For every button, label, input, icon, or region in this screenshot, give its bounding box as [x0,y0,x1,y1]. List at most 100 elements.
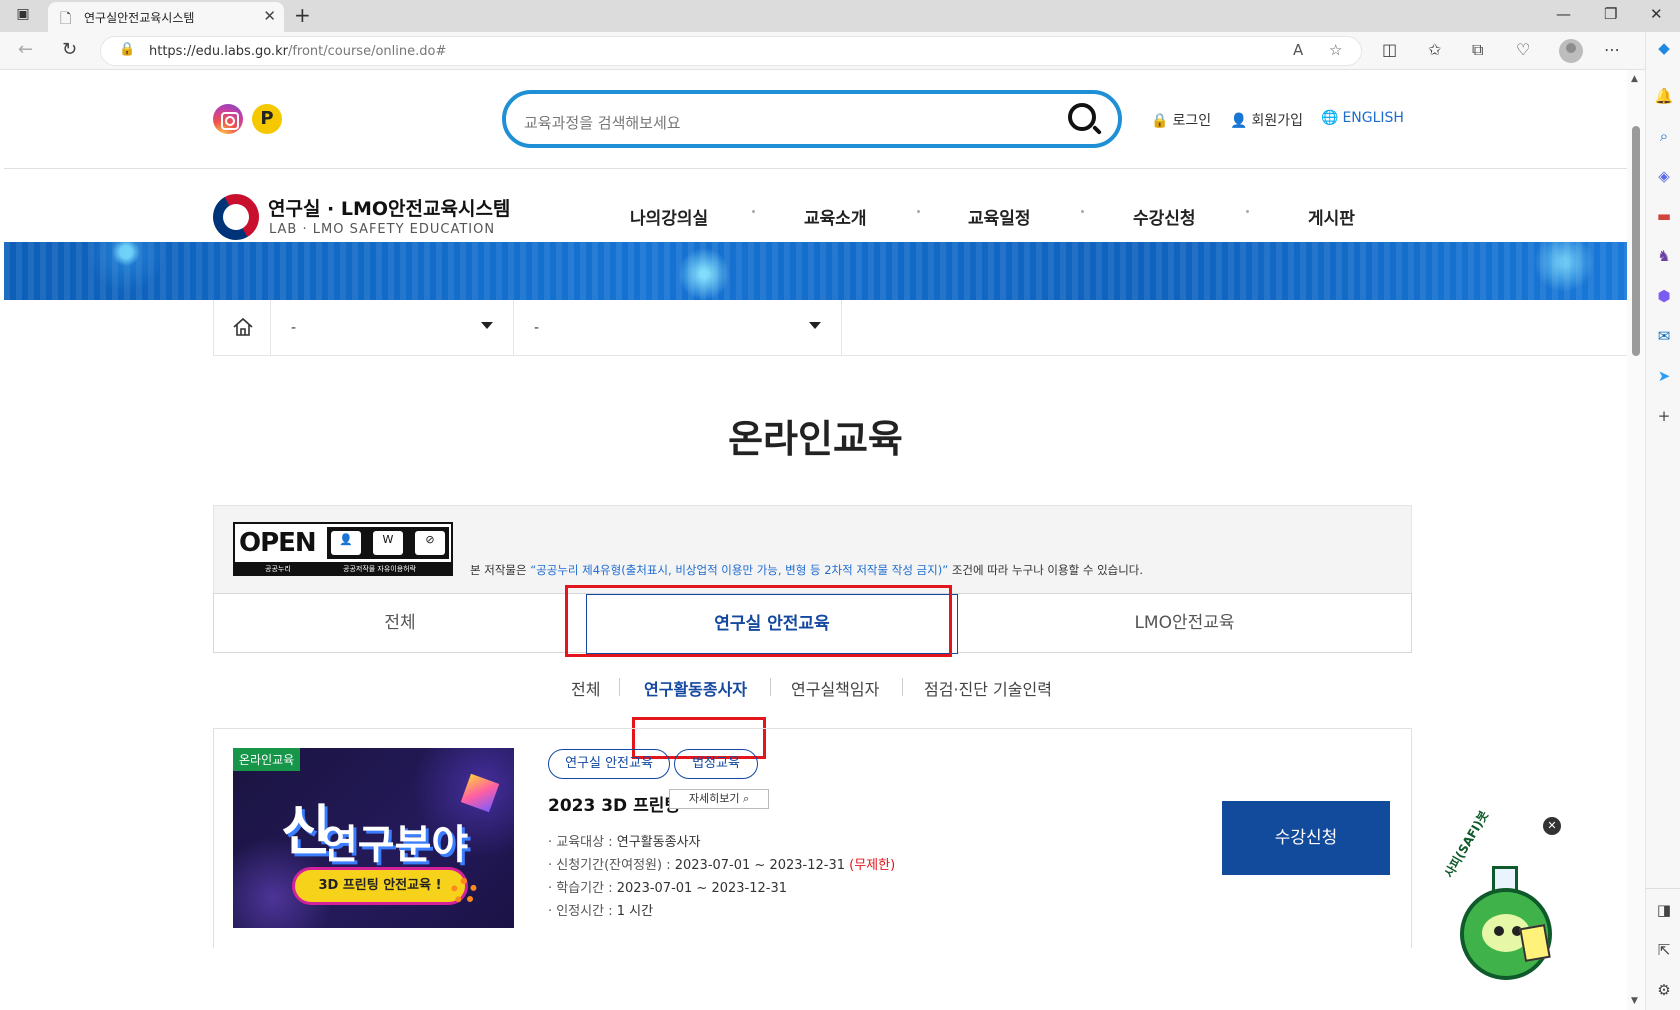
detail-button[interactable]: 자세히보기 ⌕ [669,789,769,809]
gnb-education-intro[interactable]: 교육소개 [804,204,867,229]
microsoft365-icon[interactable]: ⬢ [1654,286,1674,306]
favorites-icon[interactable]: ✩ [1428,40,1441,59]
online-tag: 온라인교육 [233,748,301,771]
info-study-period: · 학습기간 : 2023-07-01 ~ 2023-12-31 [548,881,788,896]
tab-all[interactable]: 전체 [214,594,586,652]
chip-lab-safety: 연구실 안전교육 [548,749,670,779]
subtab-all[interactable]: 전체 [571,676,600,700]
search-icon[interactable]: ⌕ [1654,126,1674,146]
subtab-lab-manager[interactable]: 연구실책임자 [791,676,879,700]
lock-icon[interactable]: 🔒 [119,42,135,57]
search-icon[interactable] [1068,103,1096,131]
globe-icon: 🌐 [1321,110,1339,126]
apply-button[interactable]: 수강신청 [1222,801,1390,875]
home-icon [233,317,253,336]
highlight-box-tab [565,585,952,657]
tab-close-icon[interactable]: ✕ [263,7,276,25]
safi-bot-mascot[interactable]: 사피(SAFI)봇 [1440,808,1560,992]
course-title[interactable]: 2023 3D 프린팅 [548,791,680,816]
subtab-separator [770,678,771,696]
tools-briefcase-icon[interactable]: ▬ [1654,206,1674,226]
games-icon[interactable]: ♞ [1654,246,1674,266]
info-apply-period: · 신청기간(잔여정원) : 2023-07-01 ~ 2023-12-31 (… [548,858,896,873]
site-logo-subtitle: LAB · LMO SAFETY EDUCATION [269,222,496,237]
outlook-icon[interactable]: ✉ [1654,326,1674,346]
course-search-input[interactable]: 교육과정을 검색해보세요 [502,90,1122,148]
breadcrumb-select-1[interactable]: - [271,300,514,356]
open-external-icon[interactable]: ⇱ [1654,940,1674,960]
reload-icon[interactable]: ↻ [62,39,77,60]
bell-icon[interactable]: 🔔 [1654,86,1674,106]
back-icon[interactable]: ← [18,39,33,60]
new-tab-plus-icon[interactable]: + [294,3,311,27]
read-aloud-icon[interactable]: A [1293,41,1303,59]
gnb-separator [752,210,755,213]
chevron-down-icon [481,322,493,329]
gnb-separator [917,210,920,213]
browser-essentials-icon[interactable]: ♡ [1516,40,1530,59]
chevron-down-icon [809,322,821,329]
mascot-close-icon[interactable]: ✕ [1543,817,1561,835]
subtab-separator [902,678,903,696]
login-link[interactable]: 🔒 로그인 [1151,110,1211,130]
tab-title: 연구실안전교육시스템 [84,11,195,25]
gnb-enrollment[interactable]: 수강신청 [1133,204,1196,229]
shopping-tag-icon[interactable]: ◈ [1654,166,1674,186]
window-close-icon[interactable]: ✕ [1650,5,1663,23]
noderivatives-icon: ⊘ [415,531,445,555]
search-placeholder: 교육과정을 검색해보세요 [524,114,681,132]
gnb-schedule[interactable]: 교육일정 [968,204,1031,229]
add-app-plus-icon[interactable]: + [1654,406,1674,426]
settings-gear-icon[interactable]: ⚙ [1654,980,1674,1000]
sidebar-toggle-icon[interactable]: ▣ [12,6,34,26]
sub-visual-banner [4,242,1627,300]
split-screen-icon[interactable]: ◫ [1382,40,1397,59]
breadcrumb-select-2[interactable]: - [514,300,842,356]
web-page: P 교육과정을 검색해보세요 🔒 로그인 👤 회원가입 🌐 ENGLISH 연구실 ·… [4,70,1627,1010]
drop-send-icon[interactable]: ➤ [1654,366,1674,386]
document-icon: 🗋 [60,11,72,27]
subtab-inspector[interactable]: 점검·진단 기술인력 [924,676,1052,700]
copilot-icon[interactable]: ◆ [1654,38,1674,58]
collections-icon[interactable]: ⧉ [1472,40,1483,60]
profile-icon[interactable] [1559,39,1583,63]
scrollbar-thumb[interactable] [1632,126,1640,356]
scroll-up-icon[interactable]: ▲ [1631,74,1638,84]
mascot-label: 사피(SAFI)봇 [1441,808,1492,880]
tab-lmo-safety[interactable]: LMO안전교육 [958,594,1411,652]
chip-mandatory: 법정교육 [674,749,758,779]
subtab-researcher[interactable]: 연구활동종사자 [644,676,747,700]
hide-sidebar-icon[interactable]: ◨ [1654,900,1674,920]
edge-sidebar: ◆ 🔔 ⌕ ◈ ▬ ♞ ⬢ ✉ ➤ + ◨ ⇱ ⚙ [1645,32,1680,1010]
license-text: 본 저작물은 “공공누리 제4유형(출처표시, 비상업적 이용만 가능, 변형 … [470,563,1144,577]
course-card: 온라인교육 신 연구분야 3D 프린팅 안전교육 ! 연구실 안전교육 법정교육… [213,728,1412,948]
magnifier-icon: ⌕ [742,792,750,805]
english-link[interactable]: 🌐 ENGLISH [1321,110,1404,126]
site-logo-title[interactable]: 연구실 · LMO안전교육시스템 [268,194,510,221]
more-icon[interactable]: ⋯ [1604,40,1620,59]
address-input[interactable]: 🔒 https://edu.labs.go.kr/front/course/on… [100,36,1362,66]
gnb-my-classroom[interactable]: 나의강의실 [630,204,708,229]
gnb-separator [1081,210,1084,213]
course-thumbnail[interactable]: 온라인교육 신 연구분야 3D 프린팅 안전교육 ! [233,748,514,928]
instagram-icon[interactable] [213,104,243,134]
browser-tab-bar: ▣ 🗋 연구실안전교육시스템 ✕ + — ❐ ✕ [0,0,1680,32]
browser-tab[interactable]: 🗋 연구실안전교육시스템 ✕ [48,2,284,32]
naver-post-icon[interactable]: P [252,104,282,134]
restore-icon[interactable]: ❐ [1604,5,1617,23]
subtab-separator [619,678,620,696]
clipboard-icon [1519,924,1551,962]
scroll-down-icon[interactable]: ▼ [1631,996,1638,1006]
government-emblem-icon[interactable] [204,185,268,249]
signup-link[interactable]: 👤 회원가입 [1230,110,1303,130]
page-scrollbar[interactable]: ▲ ▼ [1627,70,1645,1010]
gear-decoration-icon [451,878,477,904]
license-box: OPEN 👤 W ⊘ 공공누리 공공저작물 자유이용허락 본 저작물은 “공공누… [213,505,1412,593]
favorite-star-icon[interactable]: ☆ [1329,41,1342,59]
gnb-board[interactable]: 게시판 [1308,204,1355,229]
cube-decoration-icon [460,773,500,813]
info-credit-hours: · 인정시간 : 1 시간 [548,904,654,919]
home-button[interactable] [213,300,271,356]
minimize-icon[interactable]: — [1556,5,1571,23]
info-target: · 교육대상 : 연구활동종사자 [548,835,701,850]
